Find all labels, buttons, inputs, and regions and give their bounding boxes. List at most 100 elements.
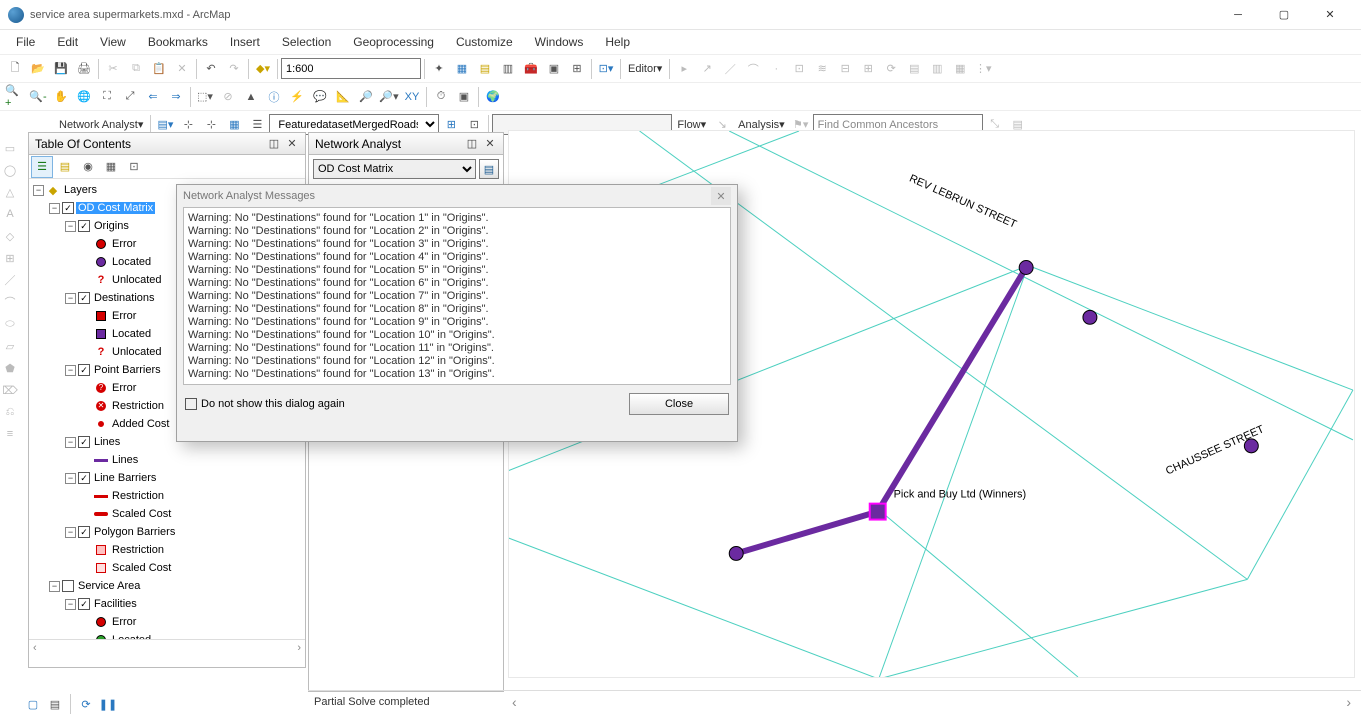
edit-sketch-icon[interactable]: ▥ (926, 58, 948, 80)
tree-row[interactable]: −✓Line Barriers (29, 469, 305, 487)
cut-icon[interactable]: ✂ (102, 58, 124, 80)
toc-list-drawing-icon[interactable]: ☰ (31, 156, 53, 178)
tree-row[interactable]: Error (29, 613, 305, 631)
na-close-icon[interactable]: ✕ (481, 136, 499, 152)
messages-title-bar[interactable]: Network Analyst Messages ✕ (177, 185, 737, 207)
edit-straight-icon[interactable]: ↗ (696, 58, 718, 80)
dock-icon-6[interactable]: ⊞ (0, 248, 20, 268)
dock-icon-4[interactable]: A (0, 204, 20, 224)
editor-menu[interactable]: Editor▾ (624, 62, 666, 75)
edit-tool-icon[interactable]: ▸ (673, 58, 695, 80)
scale-combo[interactable] (281, 58, 421, 79)
edit-more-icon[interactable]: ⋮▾ (972, 58, 994, 80)
tree-row[interactable]: Scaled Cost (29, 505, 305, 523)
zoom-in-icon[interactable]: 🔍+ (4, 86, 26, 108)
measure-icon[interactable]: 📐 (332, 86, 354, 108)
toc-options-icon[interactable]: ⊡ (123, 156, 145, 178)
dock-icon-5[interactable]: ◇ (0, 226, 20, 246)
edit-template-icon[interactable]: ▦ (949, 58, 971, 80)
catalog-icon[interactable]: ▤ (474, 58, 496, 80)
dock-icon-7[interactable]: ／ (0, 270, 20, 290)
na-properties-icon[interactable]: ▤ (479, 159, 499, 179)
editor-toolbar-icon[interactable]: ✦ (428, 58, 450, 80)
edit-point-icon[interactable]: · (765, 58, 787, 80)
find-route-icon[interactable]: 🔎▾ (378, 86, 400, 108)
dock-icon-12[interactable]: ⌦ (0, 380, 20, 400)
menu-customize[interactable]: Customize (446, 31, 523, 53)
na-layer-dropdown[interactable]: OD Cost Matrix (313, 159, 476, 179)
dock-icon-2[interactable]: ◯ (0, 160, 20, 180)
dock-icon-9[interactable]: ⬭ (0, 314, 20, 334)
globe-icon[interactable]: 🌐 (73, 86, 95, 108)
menu-edit[interactable]: Edit (47, 31, 88, 53)
hyperlink-icon[interactable]: ⚡ (286, 86, 308, 108)
save-icon[interactable]: 💾 (50, 58, 72, 80)
edit-split-icon[interactable]: ⊞ (857, 58, 879, 80)
parcel-icon[interactable]: ⊡▾ (595, 58, 617, 80)
paste-icon[interactable]: 📋 (148, 58, 170, 80)
select-features-icon[interactable]: ⬚▾ (194, 86, 216, 108)
open-icon[interactable]: 📂 (27, 58, 49, 80)
identify-icon[interactable]: ⓘ (263, 86, 285, 108)
fixed-zoom-in-icon[interactable]: ⤢ (119, 86, 141, 108)
tree-row[interactable]: Restriction (29, 541, 305, 559)
edit-rotate-icon[interactable]: ⟳ (880, 58, 902, 80)
menu-view[interactable]: View (90, 31, 136, 53)
close-button[interactable]: ✕ (1307, 0, 1353, 30)
pan-icon[interactable]: ✋ (50, 86, 72, 108)
search-icon[interactable]: ▥ (497, 58, 519, 80)
na-header[interactable]: Network Analyst ◫ ✕ (309, 133, 503, 155)
dock-icon-1[interactable]: ▭ (0, 138, 20, 158)
python-icon[interactable]: ▣ (543, 58, 565, 80)
menu-bookmarks[interactable]: Bookmarks (138, 31, 218, 53)
edit-attrs-icon[interactable]: ▤ (903, 58, 925, 80)
messages-list[interactable]: Warning: No "Destinations" found for "Lo… (183, 207, 731, 385)
toc-hscroll[interactable]: ‹› (29, 639, 305, 655)
tree-row[interactable]: Restriction (29, 487, 305, 505)
tree-row[interactable]: Lines (29, 451, 305, 469)
add-data-icon[interactable]: ◆▾ (252, 58, 274, 80)
pause-icon[interactable]: ❚❚ (99, 695, 117, 713)
goto-xy-icon[interactable]: XY (401, 86, 423, 108)
viewer-icon[interactable]: ▣ (453, 86, 475, 108)
new-icon[interactable]: 🗋 (4, 58, 26, 80)
prev-extent-icon[interactable]: ⇐ (142, 86, 164, 108)
data-view-icon[interactable]: ▢ (24, 695, 42, 713)
messages-close-icon[interactable]: ✕ (711, 187, 731, 205)
delete-icon[interactable]: ✕ (171, 58, 193, 80)
html-popup-icon[interactable]: 💬 (309, 86, 331, 108)
menu-selection[interactable]: Selection (272, 31, 341, 53)
toc-list-visibility-icon[interactable]: ◉ (77, 156, 99, 178)
dock-icon-8[interactable]: ⌒ (0, 292, 20, 312)
toc-icon[interactable]: ▦ (451, 58, 473, 80)
edit-trace-icon[interactable]: ／ (719, 58, 741, 80)
toc-list-source-icon[interactable]: ▤ (54, 156, 76, 178)
toc-header[interactable]: Table Of Contents ◫ ✕ (29, 133, 305, 155)
overview-icon[interactable]: 🌍 (482, 86, 504, 108)
na-autohide-icon[interactable]: ◫ (463, 136, 481, 152)
clear-selection-icon[interactable]: ⊘ (217, 86, 239, 108)
dock-icon-14[interactable]: ≡ (0, 424, 20, 444)
dock-icon-11[interactable]: ⬟ (0, 358, 20, 378)
menu-help[interactable]: Help (595, 31, 640, 53)
messages-dont-show-checkbox[interactable]: Do not show this dialog again (185, 398, 345, 410)
select-elements-icon[interactable]: ▲ (240, 86, 262, 108)
menu-geoprocessing[interactable]: Geoprocessing (343, 31, 444, 53)
copy-icon[interactable]: ⧉ (125, 58, 147, 80)
layout-view-icon[interactable]: ▤ (46, 695, 64, 713)
time-slider-icon[interactable]: ⏱ (430, 86, 452, 108)
tree-row[interactable]: −✓Facilities (29, 595, 305, 613)
toc-autohide-icon[interactable]: ◫ (265, 136, 283, 152)
modelbuilder-icon[interactable]: ⊞ (566, 58, 588, 80)
network-analyst-menu[interactable]: Network Analyst▾ (55, 118, 147, 131)
tree-row[interactable]: −✓Polygon Barriers (29, 523, 305, 541)
edit-vertex-icon[interactable]: ⊡ (788, 58, 810, 80)
tree-row[interactable]: Located (29, 631, 305, 639)
maximize-button[interactable]: ▢ (1261, 0, 1307, 30)
tree-row[interactable]: −Service Area (29, 577, 305, 595)
full-extent-icon[interactable]: ⛶ (96, 86, 118, 108)
tree-row[interactable]: Scaled Cost (29, 559, 305, 577)
toc-close-icon[interactable]: ✕ (283, 136, 301, 152)
map-hscroll-right[interactable]: › (1346, 694, 1351, 710)
menu-insert[interactable]: Insert (220, 31, 270, 53)
